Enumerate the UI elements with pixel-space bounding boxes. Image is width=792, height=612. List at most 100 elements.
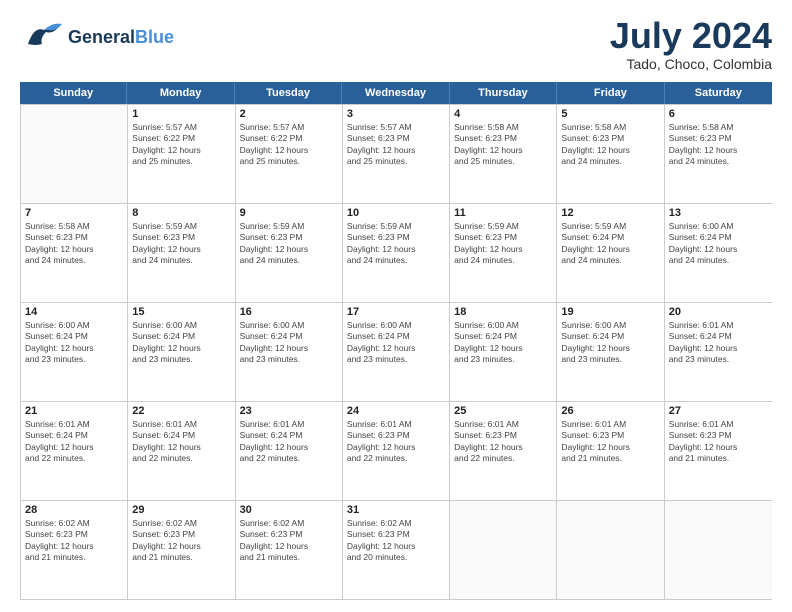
calendar-cell-3: 3Sunrise: 5:57 AMSunset: 6:23 PMDaylight…: [343, 105, 450, 203]
header-day-tuesday: Tuesday: [235, 82, 342, 104]
sun-info: Sunrise: 5:58 AMSunset: 6:23 PMDaylight:…: [669, 122, 768, 168]
calendar-cell-21: 21 Sunrise: 6:01 AMSunset: 6:24 PMDayligh…: [21, 402, 128, 500]
calendar-row-2: 14 Sunrise: 6:00 AMSunset: 6:24 PMDayligh…: [21, 302, 772, 401]
header: GeneralBlue July 2024 Tado, Choco, Colom…: [20, 16, 772, 72]
sun-info: Sunrise: 5:58 AMSunset: 6:23 PMDaylight:…: [561, 122, 659, 168]
calendar-cell-30: 30 Sunrise: 6:02 AMSunset: 6:23 PMDayligh…: [236, 501, 343, 599]
sun-info: Sunrise: 6:01 AMSunset: 6:23 PMDaylight:…: [669, 419, 768, 465]
calendar-header: SundayMondayTuesdayWednesdayThursdayFrid…: [20, 82, 772, 104]
sun-info: Sunrise: 5:59 AMSunset: 6:23 PMDaylight:…: [454, 221, 552, 267]
calendar-cell-20: 20 Sunrise: 6:01 AMSunset: 6:24 PMDayligh…: [665, 303, 772, 401]
day-number: 22: [132, 405, 230, 417]
calendar-cell-17: 17Sunrise: 6:00 AMSunset: 6:24 PMDayligh…: [343, 303, 450, 401]
sun-info: Sunrise: 6:00 AMSunset: 6:24 PMDaylight:…: [240, 320, 338, 366]
day-number: 4: [454, 108, 552, 120]
sun-info: Sunrise: 5:57 AMSunset: 6:23 PMDaylight:…: [347, 122, 445, 168]
sun-info: Sunrise: 6:00 AMSunset: 6:24 PMDaylight:…: [561, 320, 659, 366]
sun-info: Sunrise: 5:59 AMSunset: 6:24 PMDaylight:…: [561, 221, 659, 267]
day-number: 23: [240, 405, 338, 417]
day-number: 15: [132, 306, 230, 318]
sun-info: Sunrise: 5:58 AMSunset: 6:23 PMDaylight:…: [25, 221, 123, 267]
calendar-cell-9: 9Sunrise: 5:59 AMSunset: 6:23 PMDaylight…: [236, 204, 343, 302]
day-number: 26: [561, 405, 659, 417]
day-number: 10: [347, 207, 445, 219]
sun-info: Sunrise: 6:01 AMSunset: 6:24 PMDaylight:…: [669, 320, 768, 366]
day-number: 27: [669, 405, 768, 417]
calendar-cell-16: 16 Sunrise: 6:00 AMSunset: 6:24 PMDayligh…: [236, 303, 343, 401]
calendar-cell-8: 8 Sunrise: 5:59 AMSunset: 6:23 PMDaylight…: [128, 204, 235, 302]
calendar-cell-25: 25 Sunrise: 6:01 AMSunset: 6:23 PMDayligh…: [450, 402, 557, 500]
calendar-cell-26: 26 Sunrise: 6:01 AMSunset: 6:23 PMDayligh…: [557, 402, 664, 500]
sun-info: Sunrise: 6:01 AMSunset: 6:23 PMDaylight:…: [347, 419, 445, 465]
day-number: 29: [132, 504, 230, 516]
day-number: 2: [240, 108, 338, 120]
title-block: July 2024 Tado, Choco, Colombia: [610, 16, 772, 72]
day-number: 20: [669, 306, 768, 318]
sun-info: Sunrise: 6:01 AMSunset: 6:23 PMDaylight:…: [561, 419, 659, 465]
day-number: 25: [454, 405, 552, 417]
day-number: 28: [25, 504, 123, 516]
day-number: 13: [669, 207, 768, 219]
calendar-cell-6: 6 Sunrise: 5:58 AMSunset: 6:23 PMDaylight…: [665, 105, 772, 203]
sun-info: Sunrise: 6:00 AMSunset: 6:24 PMDaylight:…: [25, 320, 123, 366]
calendar: SundayMondayTuesdayWednesdayThursdayFrid…: [20, 82, 772, 600]
calendar-cell-24: 24 Sunrise: 6:01 AMSunset: 6:23 PMDayligh…: [343, 402, 450, 500]
calendar-cell-23: 23 Sunrise: 6:01 AMSunset: 6:24 PMDayligh…: [236, 402, 343, 500]
sun-info: Sunrise: 6:00 AMSunset: 6:24 PMDaylight:…: [132, 320, 230, 366]
calendar-cell-7: 7Sunrise: 5:58 AMSunset: 6:23 PMDaylight…: [21, 204, 128, 302]
sun-info: Sunrise: 6:01 AMSunset: 6:24 PMDaylight:…: [240, 419, 338, 465]
sun-info: Sunrise: 5:57 AMSunset: 6:22 PMDaylight:…: [240, 122, 338, 168]
calendar-cell-18: 18Sunrise: 6:00 AMSunset: 6:24 PMDayligh…: [450, 303, 557, 401]
logo-icon: [20, 16, 64, 60]
day-number: 16: [240, 306, 338, 318]
header-day-wednesday: Wednesday: [342, 82, 449, 104]
calendar-cell-31: 31Sunrise: 6:02 AMSunset: 6:23 PMDayligh…: [343, 501, 450, 599]
day-number: 14: [25, 306, 123, 318]
day-number: 8: [132, 207, 230, 219]
day-number: 19: [561, 306, 659, 318]
sun-info: Sunrise: 6:01 AMSunset: 6:24 PMDaylight:…: [132, 419, 230, 465]
calendar-cell-12: 12 Sunrise: 5:59 AMSunset: 6:24 PMDayligh…: [557, 204, 664, 302]
calendar-cell-empty: [21, 105, 128, 203]
calendar-cell-22: 22 Sunrise: 6:01 AMSunset: 6:24 PMDayligh…: [128, 402, 235, 500]
sun-info: Sunrise: 6:02 AMSunset: 6:23 PMDaylight:…: [240, 518, 338, 564]
sun-info: Sunrise: 6:00 AMSunset: 6:24 PMDaylight:…: [669, 221, 768, 267]
day-number: 24: [347, 405, 445, 417]
day-number: 5: [561, 108, 659, 120]
calendar-cell-13: 13 Sunrise: 6:00 AMSunset: 6:24 PMDayligh…: [665, 204, 772, 302]
sun-info: Sunrise: 5:58 AMSunset: 6:23 PMDaylight:…: [454, 122, 552, 168]
logo-general: GeneralBlue: [68, 28, 174, 48]
logo: GeneralBlue: [20, 16, 174, 60]
calendar-cell-4: 4 Sunrise: 5:58 AMSunset: 6:23 PMDaylight…: [450, 105, 557, 203]
day-number: 12: [561, 207, 659, 219]
calendar-cell-28: 28Sunrise: 6:02 AMSunset: 6:23 PMDayligh…: [21, 501, 128, 599]
sun-info: Sunrise: 6:02 AMSunset: 6:23 PMDaylight:…: [347, 518, 445, 564]
day-number: 18: [454, 306, 552, 318]
header-day-friday: Friday: [557, 82, 664, 104]
sun-info: Sunrise: 6:01 AMSunset: 6:23 PMDaylight:…: [454, 419, 552, 465]
sun-info: Sunrise: 5:59 AMSunset: 6:23 PMDaylight:…: [132, 221, 230, 267]
day-number: 9: [240, 207, 338, 219]
calendar-row-0: 1Sunrise: 5:57 AMSunset: 6:22 PMDaylight…: [21, 104, 772, 203]
sun-info: Sunrise: 5:57 AMSunset: 6:22 PMDaylight:…: [132, 122, 230, 168]
logo-text-block: GeneralBlue: [68, 28, 174, 48]
day-number: 21: [25, 405, 123, 417]
header-day-sunday: Sunday: [20, 82, 127, 104]
header-day-monday: Monday: [127, 82, 234, 104]
calendar-cell-11: 11 Sunrise: 5:59 AMSunset: 6:23 PMDayligh…: [450, 204, 557, 302]
sun-info: Sunrise: 5:59 AMSunset: 6:23 PMDaylight:…: [347, 221, 445, 267]
calendar-cell-29: 29 Sunrise: 6:02 AMSunset: 6:23 PMDayligh…: [128, 501, 235, 599]
calendar-cell-10: 10 Sunrise: 5:59 AMSunset: 6:23 PMDayligh…: [343, 204, 450, 302]
calendar-row-3: 21 Sunrise: 6:01 AMSunset: 6:24 PMDayligh…: [21, 401, 772, 500]
day-number: 30: [240, 504, 338, 516]
page: GeneralBlue July 2024 Tado, Choco, Colom…: [0, 0, 792, 612]
day-number: 11: [454, 207, 552, 219]
day-number: 17: [347, 306, 445, 318]
day-number: 6: [669, 108, 768, 120]
calendar-cell-empty: [450, 501, 557, 599]
sun-info: Sunrise: 6:01 AMSunset: 6:24 PMDaylight:…: [25, 419, 123, 465]
calendar-cell-5: 5 Sunrise: 5:58 AMSunset: 6:23 PMDaylight…: [557, 105, 664, 203]
calendar-row-4: 28 Sunrise: 6:02 AMSunset: 6:23 PMDayligh…: [21, 500, 772, 599]
sun-info: Sunrise: 6:02 AMSunset: 6:23 PMDaylight:…: [132, 518, 230, 564]
calendar-cell-empty: [557, 501, 664, 599]
